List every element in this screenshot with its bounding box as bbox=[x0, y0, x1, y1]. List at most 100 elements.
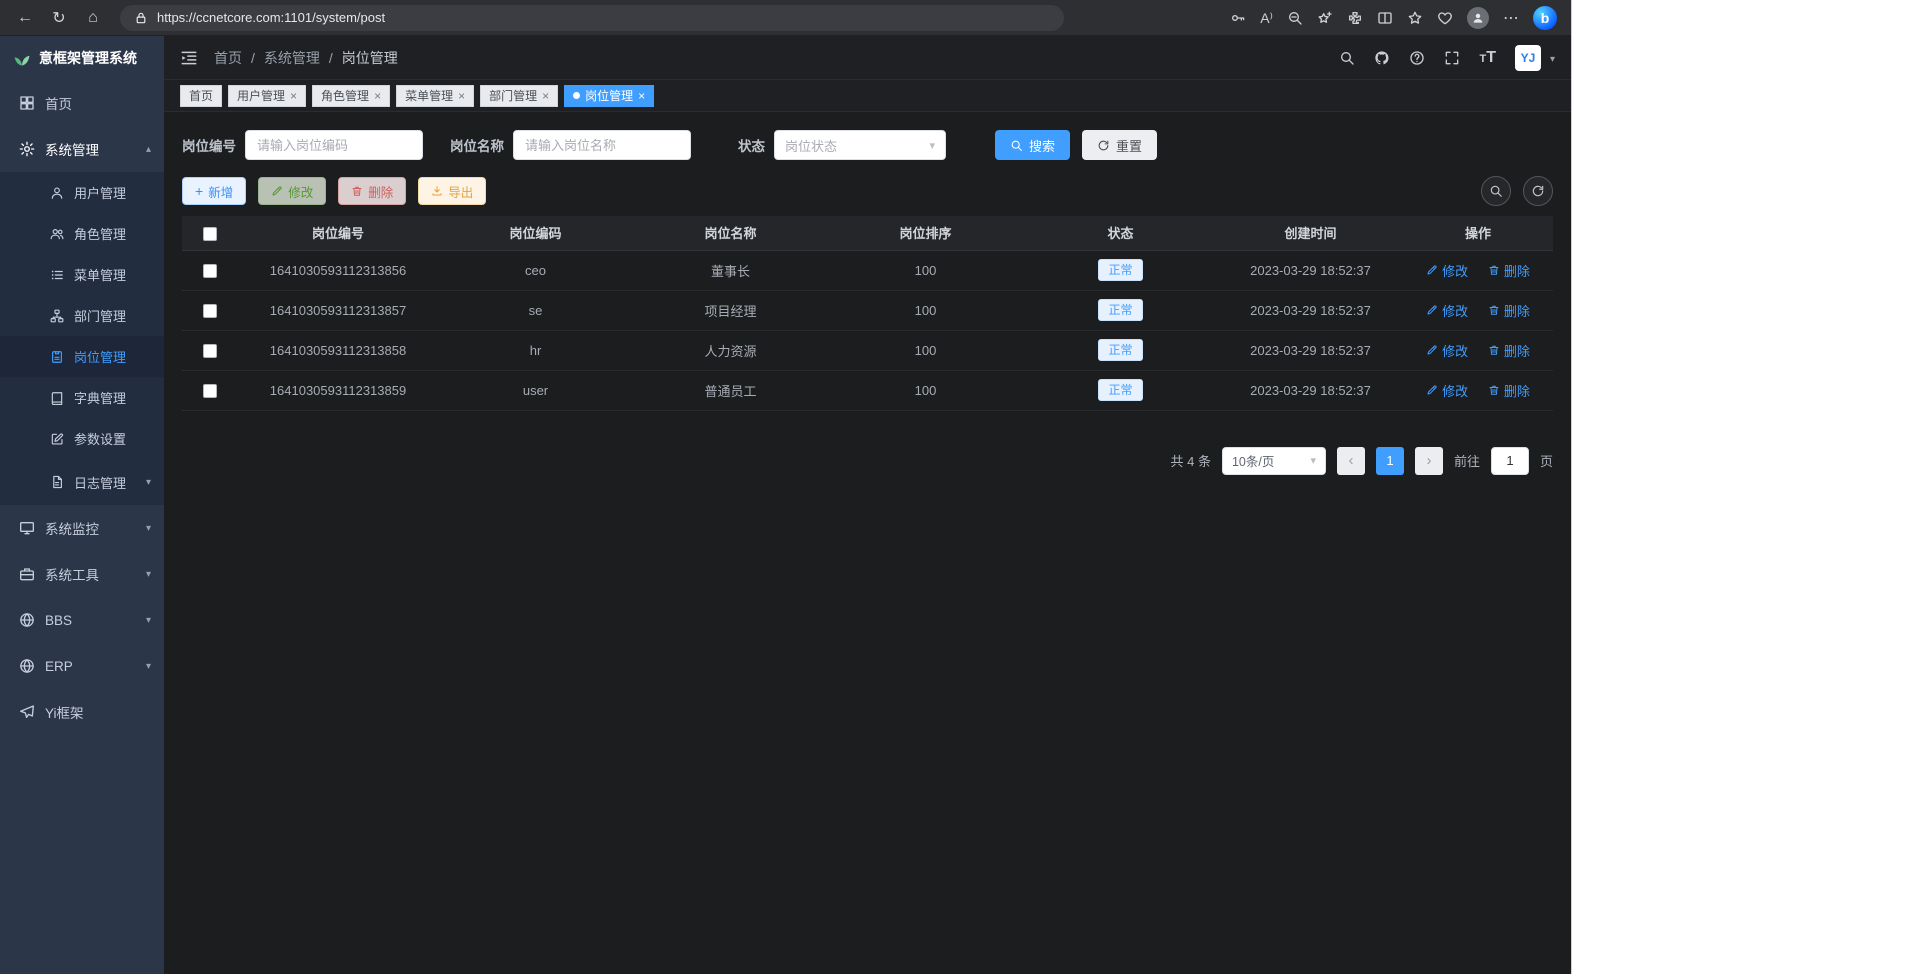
reload-button[interactable]: ↻ bbox=[44, 4, 74, 32]
goto-page-input[interactable] bbox=[1491, 447, 1529, 475]
zoom-out-icon[interactable] bbox=[1287, 10, 1303, 26]
row-delete-link[interactable]: 删除 bbox=[1488, 261, 1530, 280]
status-select[interactable]: 岗位状态 ▾ bbox=[774, 130, 946, 160]
profile-avatar[interactable] bbox=[1467, 7, 1489, 29]
sidebar-item-dept-mgmt[interactable]: 部门管理 bbox=[0, 295, 164, 336]
favorites-icon[interactable] bbox=[1407, 10, 1423, 26]
user-logo[interactable]: YJ bbox=[1515, 45, 1541, 71]
edit-link-label: 修改 bbox=[1442, 261, 1468, 280]
breadcrumb-item-home[interactable]: 首页 bbox=[214, 48, 242, 68]
sidebar-item-system-mgmt[interactable]: 系统管理 ▴ bbox=[0, 126, 164, 172]
close-icon[interactable]: × bbox=[542, 89, 549, 103]
browser-essentials-icon[interactable] bbox=[1437, 10, 1453, 26]
sidebar-item-param-settings[interactable]: 参数设置 bbox=[0, 418, 164, 459]
close-icon[interactable]: × bbox=[458, 89, 465, 103]
edit-button[interactable]: 修改 bbox=[258, 177, 326, 205]
row-delete-link[interactable]: 删除 bbox=[1488, 381, 1530, 400]
cell-created-time: 2023-03-29 18:52:37 bbox=[1218, 330, 1403, 370]
reset-button[interactable]: 重置 bbox=[1082, 130, 1157, 160]
page-size-select[interactable]: 10条/页 ▾ bbox=[1222, 447, 1326, 475]
sidebar-item-dict-mgmt[interactable]: 字典管理 bbox=[0, 377, 164, 418]
password-key-icon[interactable] bbox=[1230, 10, 1246, 26]
post-code-input[interactable] bbox=[245, 130, 423, 160]
next-page-button[interactable]: › bbox=[1415, 447, 1443, 475]
row-edit-link[interactable]: 修改 bbox=[1426, 381, 1468, 400]
select-all-checkbox[interactable] bbox=[203, 227, 217, 241]
tab-menu-mgmt[interactable]: 菜单管理 × bbox=[396, 85, 474, 107]
help-icon[interactable] bbox=[1409, 50, 1425, 66]
row-checkbox[interactable] bbox=[203, 264, 217, 278]
close-icon[interactable]: × bbox=[290, 89, 297, 103]
tab-label: 首页 bbox=[189, 87, 213, 104]
tab-dept-mgmt[interactable]: 部门管理 × bbox=[480, 85, 558, 107]
post-name-input[interactable] bbox=[513, 130, 691, 160]
home-button[interactable]: ⌂ bbox=[78, 4, 108, 32]
column-header-status: 状态 bbox=[1023, 216, 1218, 250]
pencil-icon bbox=[1426, 344, 1438, 356]
address-bar[interactable]: https://ccnetcore.com:1101/system/post bbox=[120, 5, 1064, 31]
prev-page-button[interactable]: ‹ bbox=[1337, 447, 1365, 475]
tab-post-mgmt[interactable]: 岗位管理 × bbox=[564, 85, 654, 107]
sidebar-item-erp[interactable]: ERP ▾ bbox=[0, 643, 164, 689]
trash-icon bbox=[1488, 304, 1500, 316]
sidebar-item-home[interactable]: 首页 bbox=[0, 80, 164, 126]
font-size-icon[interactable]: TT bbox=[1479, 49, 1496, 67]
close-icon[interactable]: × bbox=[638, 89, 645, 103]
add-favorite-icon[interactable] bbox=[1317, 10, 1333, 26]
row-delete-link[interactable]: 删除 bbox=[1488, 341, 1530, 360]
back-button[interactable]: ← bbox=[10, 4, 40, 32]
sidebar-item-yi-framework[interactable]: Yi框架 bbox=[0, 689, 164, 735]
bing-copilot-icon[interactable]: b bbox=[1533, 6, 1557, 30]
extensions-icon[interactable] bbox=[1347, 10, 1363, 26]
tab-label: 岗位管理 bbox=[585, 87, 633, 104]
tab-label: 菜单管理 bbox=[405, 87, 453, 104]
close-icon[interactable]: × bbox=[374, 89, 381, 103]
status-label: 状态 bbox=[738, 135, 765, 155]
tab-role-mgmt[interactable]: 角色管理 × bbox=[312, 85, 390, 107]
settings-menu-icon[interactable]: ⋯ bbox=[1503, 4, 1519, 32]
search-button[interactable]: 搜索 bbox=[995, 130, 1070, 160]
toggle-search-button[interactable] bbox=[1481, 176, 1511, 206]
sidebar-item-system-monitor[interactable]: 系统监控 ▾ bbox=[0, 505, 164, 551]
sidebar-item-role-mgmt[interactable]: 角色管理 bbox=[0, 213, 164, 254]
collapse-sidebar-icon[interactable] bbox=[180, 49, 198, 67]
main-area: 首页 / 系统管理 / 岗位管理 TT YJ ▾ bbox=[164, 36, 1571, 974]
row-checkbox[interactable] bbox=[203, 384, 217, 398]
row-edit-link[interactable]: 修改 bbox=[1426, 301, 1468, 320]
sidebar-item-user-mgmt[interactable]: 用户管理 bbox=[0, 172, 164, 213]
user-icon bbox=[50, 186, 64, 200]
caret-down-icon[interactable]: ▾ bbox=[1550, 54, 1555, 71]
github-icon[interactable] bbox=[1374, 50, 1390, 66]
cell-post-name: 人力资源 bbox=[633, 330, 828, 370]
row-edit-link[interactable]: 修改 bbox=[1426, 341, 1468, 360]
page-1-button[interactable]: 1 bbox=[1376, 447, 1404, 475]
split-screen-icon[interactable] bbox=[1377, 10, 1393, 26]
breadcrumb-item-system[interactable]: 系统管理 bbox=[264, 48, 320, 68]
globe-icon bbox=[19, 612, 35, 628]
row-delete-link[interactable]: 删除 bbox=[1488, 301, 1530, 320]
refresh-table-button[interactable] bbox=[1523, 176, 1553, 206]
sidebar-item-post-mgmt[interactable]: 岗位管理 bbox=[0, 336, 164, 377]
add-button[interactable]: + 新增 bbox=[182, 177, 246, 205]
sidebar-item-bbs[interactable]: BBS ▾ bbox=[0, 597, 164, 643]
sidebar-item-label: 字典管理 bbox=[74, 388, 126, 407]
sidebar-item-log-mgmt[interactable]: 日志管理 ▾ bbox=[0, 459, 164, 505]
browser-window: ← ↻ ⌂ https://ccnetcore.com:1101/system/… bbox=[0, 0, 1572, 974]
sidebar-item-label: ERP bbox=[45, 659, 73, 674]
sidebar-item-system-tools[interactable]: 系统工具 ▾ bbox=[0, 551, 164, 597]
export-button[interactable]: 导出 bbox=[418, 177, 486, 205]
delete-button[interactable]: 删除 bbox=[338, 177, 406, 205]
tab-user-mgmt[interactable]: 用户管理 × bbox=[228, 85, 306, 107]
row-checkbox[interactable] bbox=[203, 304, 217, 318]
sidebar-item-menu-mgmt[interactable]: 菜单管理 bbox=[0, 254, 164, 295]
tab-home[interactable]: 首页 bbox=[180, 85, 222, 107]
dashboard-icon bbox=[19, 95, 35, 111]
read-aloud-icon[interactable]: A⁾ bbox=[1260, 11, 1273, 25]
table-toolbar: + 新增 修改 删除 导出 bbox=[182, 176, 1553, 206]
table-row: 1641030593112313859 user 普通员工 100 正常 202… bbox=[182, 370, 1553, 410]
row-edit-link[interactable]: 修改 bbox=[1426, 261, 1468, 280]
row-checkbox[interactable] bbox=[203, 344, 217, 358]
app-logo[interactable]: 意框架管理系统 bbox=[0, 36, 164, 80]
fullscreen-icon[interactable] bbox=[1444, 50, 1460, 66]
search-icon[interactable] bbox=[1339, 50, 1355, 66]
